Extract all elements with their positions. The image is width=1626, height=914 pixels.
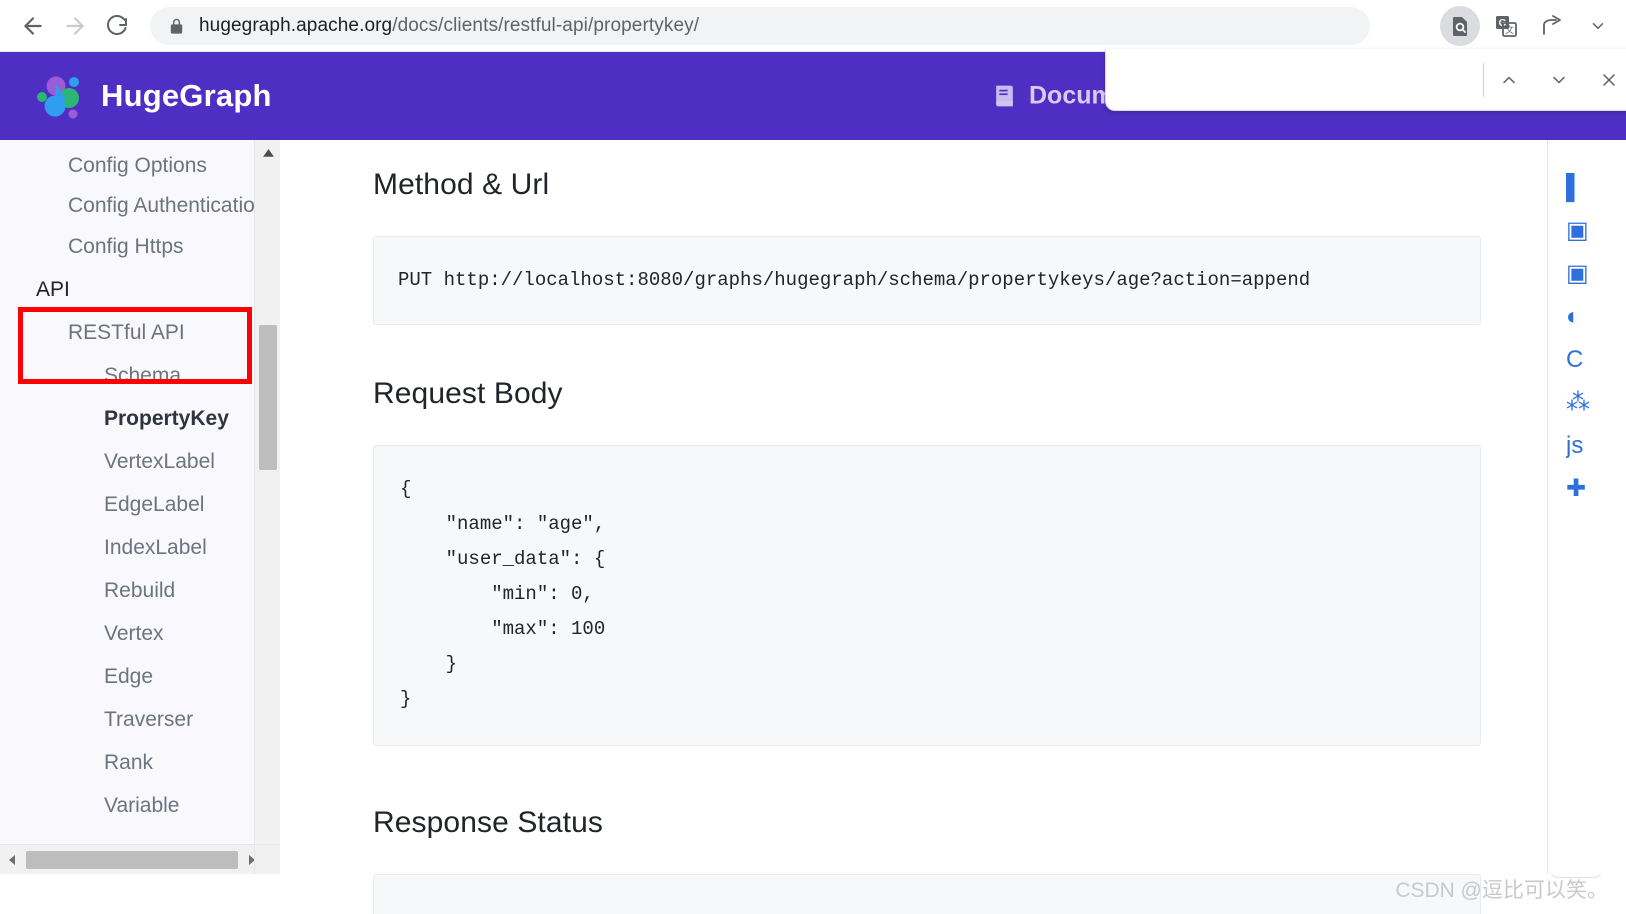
address-bar[interactable]: hugegraph.apache.org/docs/clients/restfu… (150, 7, 1370, 45)
find-next-button[interactable] (1534, 55, 1584, 105)
javascript-icon[interactable]: js (1566, 424, 1626, 467)
scroll-up-arrow-icon[interactable] (255, 140, 280, 166)
page-body: Config Options Config Authentication Con… (0, 140, 1626, 914)
sidebar-item-rank[interactable]: Rank (0, 741, 280, 784)
lock-icon (168, 18, 185, 35)
sidebar-horizontal-scrollbar[interactable] (0, 844, 280, 874)
sidebar-item-variable[interactable]: Variable (0, 784, 280, 827)
contrast-icon[interactable]: ◐ (1566, 295, 1626, 338)
chevron-down-icon[interactable] (1578, 6, 1618, 46)
nodes-icon[interactable]: ⁂ (1566, 381, 1626, 424)
sidebar-item-config-options[interactable]: Config Options (0, 144, 280, 187)
sidebar-item-indexlabel[interactable]: IndexLabel (0, 526, 280, 569)
sidebar-item-vertex[interactable]: Vertex (0, 612, 280, 655)
heading-response-status: Response Status (373, 806, 1481, 840)
find-input[interactable] (1106, 49, 1483, 110)
sidebar-vertical-scrollbar[interactable] (254, 140, 280, 874)
sidebar-scroll-thumb[interactable] (259, 325, 277, 470)
note-icon[interactable]: ▣ (1566, 209, 1626, 252)
docs-sidebar: Config Options Config Authentication Con… (0, 140, 280, 874)
brand-name: HugeGraph (101, 78, 272, 114)
find-previous-button[interactable] (1484, 55, 1534, 105)
sidebar-item-edge[interactable]: Edge (0, 655, 280, 698)
scroll-left-arrow-icon[interactable] (0, 845, 24, 875)
note-icon-2[interactable]: ▣ (1566, 252, 1626, 295)
forward-button[interactable] (56, 7, 94, 45)
sidebar-item-api[interactable]: API (0, 268, 280, 311)
letter-c-icon[interactable]: C (1566, 338, 1626, 381)
share-icon[interactable] (1532, 6, 1572, 46)
sidebar-item-config-authentication[interactable]: Config Authentication (0, 187, 280, 225)
svg-text:文: 文 (1505, 24, 1514, 35)
navigation-buttons (0, 7, 136, 45)
scrollbar-corner (254, 844, 280, 874)
heading-request-body: Request Body (373, 377, 1481, 411)
hugegraph-logo-icon (34, 70, 86, 122)
page-search-icon[interactable] (1440, 6, 1480, 46)
sidebar-item-schema[interactable]: Schema (0, 354, 280, 397)
find-close-icon[interactable] (1584, 55, 1626, 105)
sidebar-hscroll-thumb[interactable] (26, 851, 238, 869)
code-response-status (373, 874, 1481, 914)
google-translate-icon[interactable]: G文 (1486, 6, 1526, 46)
toolbar-actions: G文 (1440, 6, 1626, 46)
reload-button[interactable] (98, 7, 136, 45)
site-nav: Docum (992, 82, 1114, 111)
sidebar-list: Config Options Config Authentication Con… (0, 140, 280, 827)
right-extension-rail: ▌ ▣ ▣ ◐ C ⁂ js ✚ (1547, 140, 1626, 874)
url-path: /docs/clients/restful-api/propertykey/ (392, 15, 699, 36)
plus-icon[interactable]: ✚ (1566, 467, 1626, 510)
url-text: hugegraph.apache.org/docs/clients/restfu… (199, 15, 699, 37)
sidebar-item-config-https[interactable]: Config Https (0, 225, 280, 268)
book-icon (992, 83, 1017, 110)
code-request-body: { "name": "age", "user_data": { "min": 0… (373, 445, 1481, 746)
sidebar-item-traverser[interactable]: Traverser (0, 698, 280, 741)
bookmark-icon[interactable]: ▌ (1566, 166, 1626, 209)
sidebar-item-vertexlabel[interactable]: VertexLabel (0, 440, 280, 483)
browser-window: hugegraph.apache.org/docs/clients/restfu… (0, 0, 1626, 914)
nav-item-documentation[interactable]: Docum (1029, 82, 1114, 111)
heading-method-url: Method & Url (373, 168, 1481, 202)
csdn-watermark: CSDN @逗比可以笑。 (1395, 874, 1608, 904)
browser-toolbar: hugegraph.apache.org/docs/clients/restfu… (0, 0, 1626, 52)
main-content: Method & Url PUT http://localhost:8080/g… (307, 140, 1547, 914)
sidebar-item-propertykey[interactable]: PropertyKey (0, 397, 280, 440)
sidebar-item-restful-api[interactable]: RESTful API (0, 311, 280, 354)
url-host: hugegraph.apache.org (199, 15, 392, 36)
brand[interactable]: HugeGraph (0, 70, 272, 122)
sidebar-item-edgelabel[interactable]: EdgeLabel (0, 483, 280, 526)
back-button[interactable] (14, 7, 52, 45)
find-bar (1105, 49, 1626, 111)
code-method-url: PUT http://localhost:8080/graphs/hugegra… (373, 236, 1481, 325)
sidebar-item-rebuild[interactable]: Rebuild (0, 569, 280, 612)
